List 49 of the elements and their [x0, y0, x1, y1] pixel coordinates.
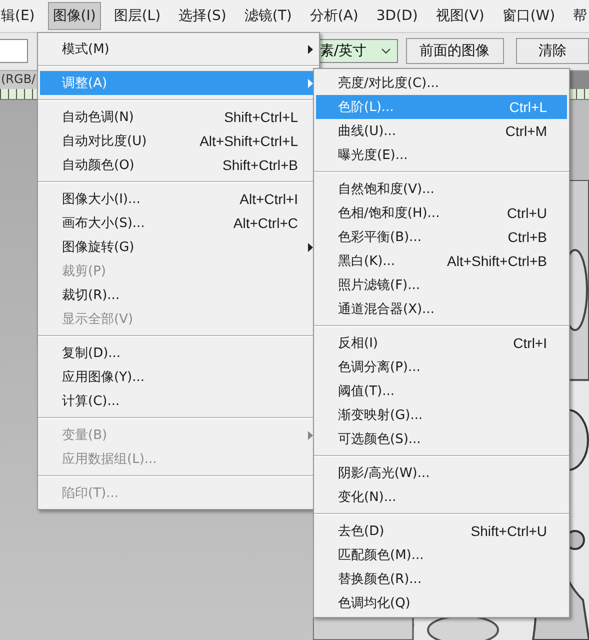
- menu-item[interactable]: 可选颜色(S)...: [316, 427, 567, 451]
- input-field[interactable]: [0, 39, 28, 64]
- menu-item[interactable]: 自动色调(N) Shift+Ctrl+L: [40, 105, 317, 129]
- menu-item[interactable]: 画布大小(S)... Alt+Ctrl+C: [40, 211, 317, 235]
- menu-item[interactable]: 曝光度(E)...: [316, 143, 567, 167]
- menu-item[interactable]: 自然饱和度(V)...: [316, 177, 567, 201]
- menu-item[interactable]: 裁切(R)...: [40, 283, 317, 307]
- submenu-arrow-icon: [308, 430, 313, 440]
- menu-item[interactable]: 照片滤镜(F)...: [316, 273, 567, 297]
- menu-item[interactable]: 渐变映射(G)...: [316, 403, 567, 427]
- menu-bar-item[interactable]: 窗口(W): [497, 2, 560, 30]
- menu-item[interactable]: 色相/饱和度(H)... Ctrl+U: [316, 201, 567, 225]
- menu-bar-item[interactable]: 辑(E): [0, 2, 40, 30]
- menu-bar-item[interactable]: 图像(I): [48, 2, 101, 30]
- menu-bar-item[interactable]: 3D(D): [371, 2, 423, 29]
- menu-item[interactable]: 变化(N)...: [316, 485, 567, 509]
- menu-item[interactable]: 去色(D) Shift+Ctrl+U: [316, 519, 567, 543]
- document-tab[interactable]: (RGB/: [0, 71, 40, 90]
- toolbar-button[interactable]: 前面的图像: [406, 38, 504, 64]
- menu-item[interactable]: 自动颜色(O) Shift+Ctrl+B: [40, 153, 317, 177]
- menu-item[interactable]: 复制(D)...: [40, 341, 317, 365]
- menu-item[interactable]: 图像旋转(G): [40, 235, 317, 259]
- menu-item[interactable]: 应用图像(Y)...: [40, 365, 317, 389]
- menu-item[interactable]: 阈值(T)...: [316, 379, 567, 403]
- menu-item[interactable]: 计算(C)...: [40, 389, 317, 413]
- menu-item[interactable]: 曲线(U)... Ctrl+M: [316, 119, 567, 143]
- menu-item[interactable]: 色调分离(P)...: [316, 355, 567, 379]
- chevron-icon: [380, 48, 391, 54]
- menu-item[interactable]: 反相(I) Ctrl+I: [316, 331, 567, 355]
- menu-item[interactable]: 阴影/高光(W)...: [316, 461, 567, 485]
- toolbar-button[interactable]: 清除: [516, 38, 589, 64]
- menu-item[interactable]: 亮度/对比度(C)...: [316, 71, 567, 95]
- menu-bar-item[interactable]: 图层(L): [108, 2, 166, 30]
- submenu-arrow-icon: [308, 44, 313, 54]
- menu-item[interactable]: 替换颜色(R)...: [316, 567, 567, 591]
- submenu-arrow-icon: [308, 242, 313, 252]
- menu-bar-item[interactable]: 帮: [568, 2, 589, 30]
- menu-item[interactable]: 通道混合器(X)...: [316, 297, 567, 321]
- menu-bar-item[interactable]: 滤镜(T): [239, 2, 297, 30]
- menu-item[interactable]: 自动对比度(U) Alt+Shift+Ctrl+L: [40, 129, 317, 153]
- menu-bar-item[interactable]: 视图(V): [430, 2, 490, 30]
- menu-item[interactable]: 色彩平衡(B)... Ctrl+B: [316, 225, 567, 249]
- menu-item[interactable]: 匹配颜色(M)...: [316, 543, 567, 567]
- menu-item[interactable]: 色调均化(Q): [316, 591, 567, 615]
- menu-bar-item[interactable]: 分析(A): [304, 2, 364, 30]
- menu-item[interactable]: 黑白(K)... Alt+Shift+Ctrl+B: [316, 249, 567, 273]
- menu-bar-item[interactable]: 选择(S): [174, 2, 232, 30]
- submenu-arrow-icon: [308, 78, 313, 88]
- menu-item[interactable]: 图像大小(I)... Alt+Ctrl+I: [40, 187, 317, 211]
